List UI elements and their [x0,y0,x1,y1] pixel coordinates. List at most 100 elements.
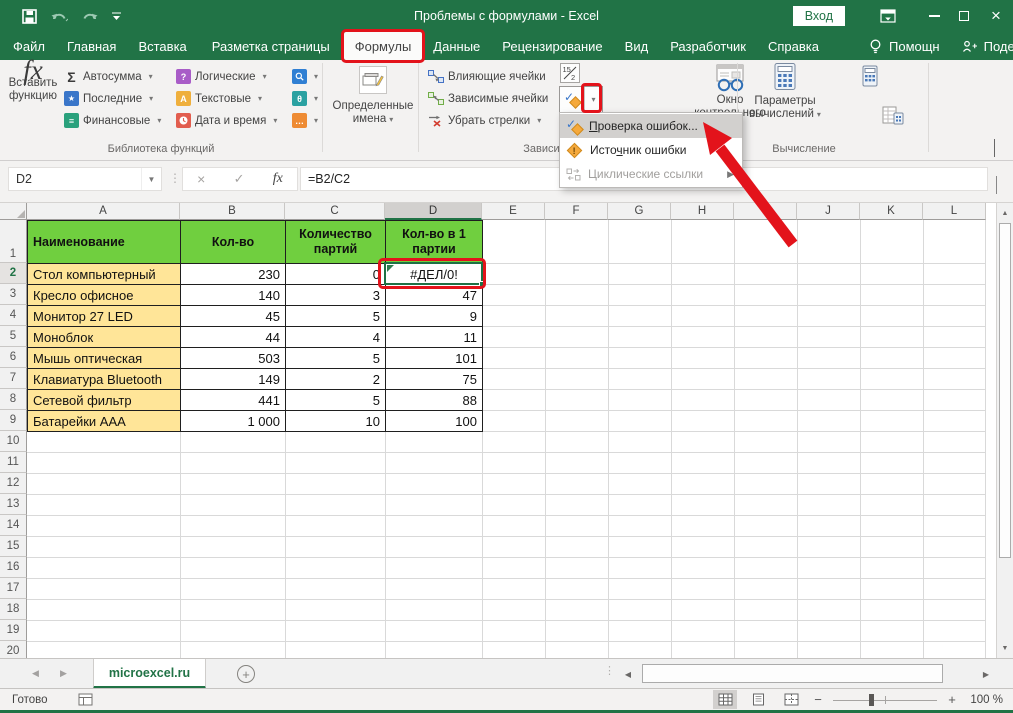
horizontal-scrollbar[interactable]: ◀ ▶ [620,663,994,685]
column-header[interactable]: K [860,203,923,220]
scroll-down-icon[interactable]: ▼ [997,640,1013,656]
cell-qty[interactable]: 149 [181,369,286,390]
cell-batches[interactable]: 5 [286,306,386,327]
ribbon-display-options-icon[interactable] [871,0,905,32]
add-sheet-button[interactable]: + [237,665,255,683]
cell-batches[interactable]: 4 [286,327,386,348]
row-header[interactable]: 10 [0,431,27,452]
ribbon-tab[interactable]: Разметка страницы [198,32,344,60]
normal-view-button[interactable] [713,690,737,709]
row-header[interactable]: 13 [0,494,27,515]
column-header[interactable]: H [671,203,734,220]
cell-per-batch[interactable]: 88 [386,390,483,411]
error-checking-button[interactable]: ✓ [560,87,585,112]
calculation-options-button[interactable]: Параметры вычислений [744,62,826,121]
ribbon-tab[interactable]: Вид [614,32,660,60]
tell-me-help[interactable]: Помощн [858,32,951,60]
cell-per-batch[interactable]: 11 [386,327,483,348]
defined-names-button[interactable]: Определенные имена [330,66,416,126]
cell-per-batch[interactable]: 101 [386,348,483,369]
column-header[interactable]: L [923,203,986,220]
header-cell-batches[interactable]: Количество партий [286,221,386,264]
sheet-nav-left-icon[interactable]: ◀ [32,668,39,679]
menu-item-error-checking[interactable]: ✓ Проверка ошибок... [560,114,742,138]
ribbon-tab[interactable]: Рецензирование [491,32,613,60]
enter-icon[interactable]: ✓ [234,171,245,187]
error-checking-dropdown-arrow[interactable]: ▾ [585,87,602,112]
column-header[interactable]: B [180,203,285,220]
cancel-icon[interactable]: × [197,171,205,187]
zoom-out-button[interactable]: − [812,692,824,707]
math-functions-button[interactable]: θ [292,88,318,109]
calculate-now-button[interactable] [860,66,880,87]
scroll-right-icon[interactable]: ▶ [978,665,994,683]
cell-per-batch[interactable]: 100 [386,411,483,432]
row-header[interactable]: 14 [0,515,27,536]
column-header[interactable]: D [385,203,482,220]
macro-record-icon[interactable] [78,693,93,706]
ribbon-tab[interactable]: Разработчик [659,32,757,60]
name-box-dropdown-icon[interactable]: ▼ [141,168,161,190]
expand-formula-bar-button[interactable] [996,177,997,195]
row-header[interactable]: 4 [0,305,27,326]
ribbon-tab[interactable]: Главная [56,32,127,60]
cell-qty[interactable]: 140 [181,285,286,306]
cell-batches[interactable]: 0 [286,264,386,285]
row-header[interactable]: 7 [0,368,27,389]
sign-in-button[interactable]: Вход [793,6,845,26]
row-header[interactable]: 3 [0,284,27,305]
save-icon[interactable] [22,9,37,24]
logical-functions-button[interactable]: ? Логические [176,66,267,87]
ribbon-tab[interactable]: Данные [422,32,491,60]
scroll-up-icon[interactable]: ▲ [997,205,1013,221]
qat-customize-icon[interactable] [112,12,121,21]
row-header[interactable]: 9 [0,410,27,431]
row-header[interactable]: 16 [0,557,27,578]
vertical-scroll-thumb[interactable] [999,223,1011,558]
zoom-in-button[interactable]: + [946,692,958,707]
collapse-ribbon-button[interactable] [994,139,995,157]
cell-name[interactable]: Моноблок [28,327,181,348]
minimize-button[interactable] [919,0,949,32]
row-header[interactable]: 12 [0,473,27,494]
cell-per-batch[interactable]: 9 [386,306,483,327]
row-header[interactable]: 6 [0,347,27,368]
cell-qty[interactable]: 441 [181,390,286,411]
text-functions-button[interactable]: A Текстовые [176,88,262,109]
column-header[interactable]: G [608,203,671,220]
scroll-left-icon[interactable]: ◀ [620,665,636,683]
row-header[interactable]: 1 [0,220,27,263]
insert-function-button[interactable]: fx Вставить функцию [4,64,62,103]
row-header[interactable]: 5 [0,326,27,347]
column-header[interactable]: J [797,203,860,220]
zoom-slider-thumb[interactable] [869,694,874,706]
cell-batches[interactable]: 3 [286,285,386,306]
ribbon-tab[interactable]: Формулы [344,32,423,60]
row-header[interactable]: 18 [0,599,27,620]
cell-batches[interactable]: 5 [286,390,386,411]
cell-name[interactable]: Сетевой фильтр [28,390,181,411]
cell-qty[interactable]: 45 [181,306,286,327]
cell-name[interactable]: Стол компьютерный [28,264,181,285]
cell-name[interactable]: Клавиатура Bluetooth [28,369,181,390]
lookup-functions-button[interactable] [292,66,318,87]
header-cell-name[interactable]: Наименование [28,221,181,264]
row-header[interactable]: 17 [0,578,27,599]
cell-batches[interactable]: 2 [286,369,386,390]
row-header[interactable]: 11 [0,452,27,473]
insert-function-icon[interactable]: fx [273,171,283,187]
row-header[interactable]: 15 [0,536,27,557]
row-header[interactable]: 19 [0,620,27,641]
cell-qty[interactable]: 44 [181,327,286,348]
more-functions-button[interactable]: … [292,110,318,131]
name-box[interactable]: D2 ▼ [8,167,162,191]
vertical-scrollbar[interactable]: ▲ ▼ [996,203,1013,658]
calculate-sheet-button[interactable] [882,104,904,125]
cell-qty[interactable]: 230 [181,264,286,285]
ribbon-tab[interactable]: Вставка [127,32,197,60]
fill-handle[interactable] [479,281,485,287]
close-button[interactable]: × [979,0,1013,32]
cell-batches[interactable]: 10 [286,411,386,432]
column-header[interactable]: I [734,203,797,220]
header-cell-per-batch[interactable]: Кол-во в 1 партии [386,221,483,264]
